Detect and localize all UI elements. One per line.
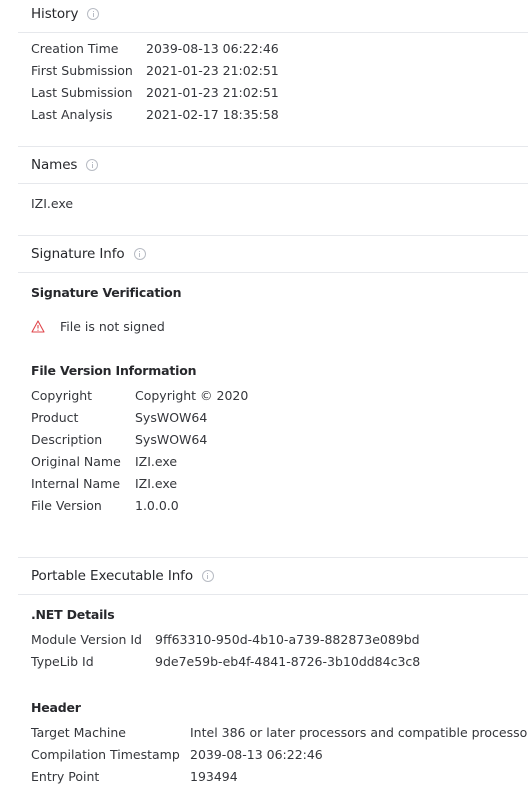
file-version-row: Internal Name IZI.exe [31,473,177,493]
divider [18,594,528,595]
history-row: Last Analysis 2021-02-17 18:35:58 [31,104,279,124]
net-row: Module Version Id 9ff63310-950d-4b10-a73… [31,629,420,649]
history-label: Creation Time [31,40,119,56]
net-label: TypeLib Id [31,653,94,669]
file-version-row: Copyright Copyright © 2020 [31,385,248,405]
file-version-label: Original Name [31,453,121,469]
history-label: First Submission [31,62,133,78]
pe-header: Portable Executable Info [31,566,214,586]
info-icon[interactable] [201,570,214,582]
info-icon[interactable] [87,8,100,20]
file-version-label: Product [31,409,79,425]
file-version-label: File Version [31,497,102,513]
header-label: Entry Point [31,768,100,784]
file-version-row: Original Name IZI.exe [31,451,177,471]
net-value: 9de7e59b-eb4f-4841-8726-3b10dd84c3c8 [155,653,421,669]
header-row: Entry Point 193494 [31,766,238,786]
header-value: Intel 386 or later processors and compat… [190,724,528,740]
header-value: 193494 [190,768,238,784]
file-version-value: IZI.exe [135,453,178,469]
divider [18,272,528,273]
signature-header: Signature Info [31,244,146,264]
history-title: History [31,6,79,22]
history-label: Last Submission [31,84,133,100]
names-title: Names [31,157,78,173]
names-header: Names [31,155,99,175]
header-label: Compilation Timestamp [31,746,180,762]
history-row: Last Submission 2021-01-23 21:02:51 [31,82,279,102]
history-row: Creation Time 2039-08-13 06:22:46 [31,38,279,58]
file-version-value: Copyright © 2020 [135,387,249,403]
file-version-row: File Version 1.0.0.0 [31,495,179,515]
file-version-label: Copyright [31,387,93,403]
history-label: Last Analysis [31,106,113,122]
info-icon[interactable] [86,159,99,171]
history-value: 2039-08-13 06:22:46 [146,40,279,56]
file-version-title: File Version Information [31,363,197,378]
file-version-value: SysWOW64 [135,409,208,425]
header-title: Header [31,700,81,715]
net-value: 9ff63310-950d-4b10-a739-882873e089bd [155,631,420,647]
net-row: TypeLib Id 9de7e59b-eb4f-4841-8726-3b10d… [31,651,420,671]
history-row: First Submission 2021-01-23 21:02:51 [31,60,279,80]
file-version-value: IZI.exe [135,475,178,491]
pe-title: Portable Executable Info [31,568,193,584]
history-value: 2021-01-23 21:02:51 [146,62,279,78]
file-version-value: SysWOW64 [135,431,208,447]
divider [18,32,528,33]
net-details-title: .NET Details [31,607,115,622]
header-label: Target Machine [31,724,126,740]
header-row: Compilation Timestamp 2039-08-13 06:22:4… [31,744,323,764]
header-value: 2039-08-13 06:22:46 [190,746,323,762]
signature-verification-title: Signature Verification [31,285,182,300]
file-version-label: Internal Name [31,475,121,491]
divider [18,557,528,558]
divider [18,183,528,184]
signature-title: Signature Info [31,246,125,262]
file-version-row: Description SysWOW64 [31,429,207,449]
warning-icon [31,319,45,333]
divider [18,146,528,147]
history-value: 2021-02-17 18:35:58 [146,106,279,122]
net-label: Module Version Id [31,631,142,647]
signature-status-text: File is not signed [60,318,165,334]
header-row: Target Machine Intel 386 or later proces… [31,722,528,742]
history-value: 2021-01-23 21:02:51 [146,84,279,100]
file-name: IZI.exe [31,196,74,211]
file-version-value: 1.0.0.0 [135,497,179,513]
signature-status: File is not signed [31,316,165,336]
file-version-label: Description [31,431,103,447]
file-version-row: Product SysWOW64 [31,407,207,427]
history-header: History [31,4,100,24]
info-icon[interactable] [133,248,146,260]
divider [18,235,528,236]
